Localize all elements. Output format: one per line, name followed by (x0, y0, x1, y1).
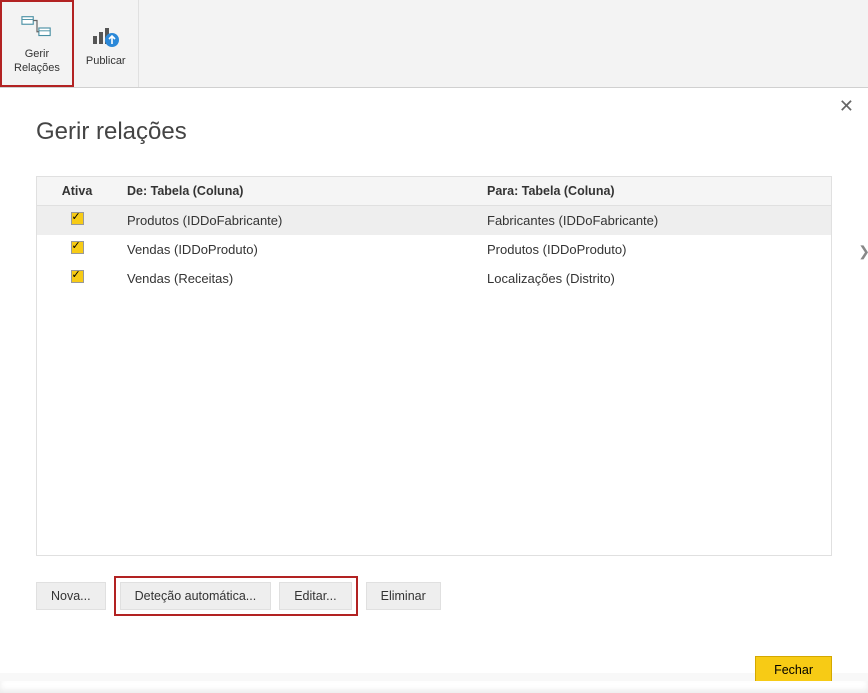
table-row[interactable]: Vendas (IDDoProduto)Produtos (IDDoProdut… (37, 235, 831, 264)
checkbox-icon[interactable] (71, 241, 84, 254)
from-cell: Vendas (IDDoProduto) (117, 235, 477, 264)
new-button[interactable]: Nova... (36, 582, 106, 610)
publish-icon (90, 19, 122, 51)
table-row[interactable]: Produtos (IDDoFabricante)Fabricantes (ID… (37, 206, 831, 235)
ribbon-manage-relations[interactable]: Gerir Relações (0, 0, 74, 87)
manage-relations-icon (21, 12, 53, 44)
chevron-right-icon[interactable]: ❯ (858, 243, 868, 260)
active-cell (37, 235, 117, 264)
column-header-to[interactable]: Para: Tabela (Coluna) (477, 177, 831, 206)
to-cell: Produtos (IDDoProduto) (477, 235, 831, 264)
close-icon[interactable]: ✕ (839, 96, 854, 117)
relations-table-container: Ativa De: Tabela (Coluna) Para: Tabela (… (36, 176, 832, 556)
delete-button[interactable]: Eliminar (366, 582, 441, 610)
ribbon-publish-label: Publicar (86, 55, 126, 68)
manage-relations-dialog: ✕ ❯ Gerir relações Ativa De: Tabela (Col… (0, 88, 868, 673)
highlighted-button-group: Deteção automática... Editar... (114, 576, 358, 616)
checkbox-icon[interactable] (71, 212, 84, 225)
action-buttons: Nova... Deteção automática... Editar... … (36, 576, 832, 616)
bottom-shadow (0, 681, 868, 693)
dialog-title: Gerir relações (36, 118, 832, 146)
column-header-from[interactable]: De: Tabela (Coluna) (117, 177, 477, 206)
active-cell (37, 264, 117, 293)
to-cell: Localizações (Distrito) (477, 264, 831, 293)
table-row[interactable]: Vendas (Receitas)Localizações (Distrito) (37, 264, 831, 293)
edit-button[interactable]: Editar... (279, 582, 351, 610)
checkbox-icon[interactable] (71, 270, 84, 283)
from-cell: Vendas (Receitas) (117, 264, 477, 293)
footer: Fechar (36, 656, 832, 684)
ribbon-manage-relations-label: Gerir Relações (14, 48, 60, 74)
active-cell (37, 206, 117, 235)
ribbon-publish[interactable]: Publicar (74, 0, 139, 87)
close-button[interactable]: Fechar (755, 656, 832, 684)
autodetect-button[interactable]: Deteção automática... (120, 582, 272, 610)
from-cell: Produtos (IDDoFabricante) (117, 206, 477, 235)
to-cell: Fabricantes (IDDoFabricante) (477, 206, 831, 235)
ribbon: Gerir Relações Publicar (0, 0, 868, 88)
column-header-active[interactable]: Ativa (37, 177, 117, 206)
relations-table: Ativa De: Tabela (Coluna) Para: Tabela (… (37, 177, 831, 293)
